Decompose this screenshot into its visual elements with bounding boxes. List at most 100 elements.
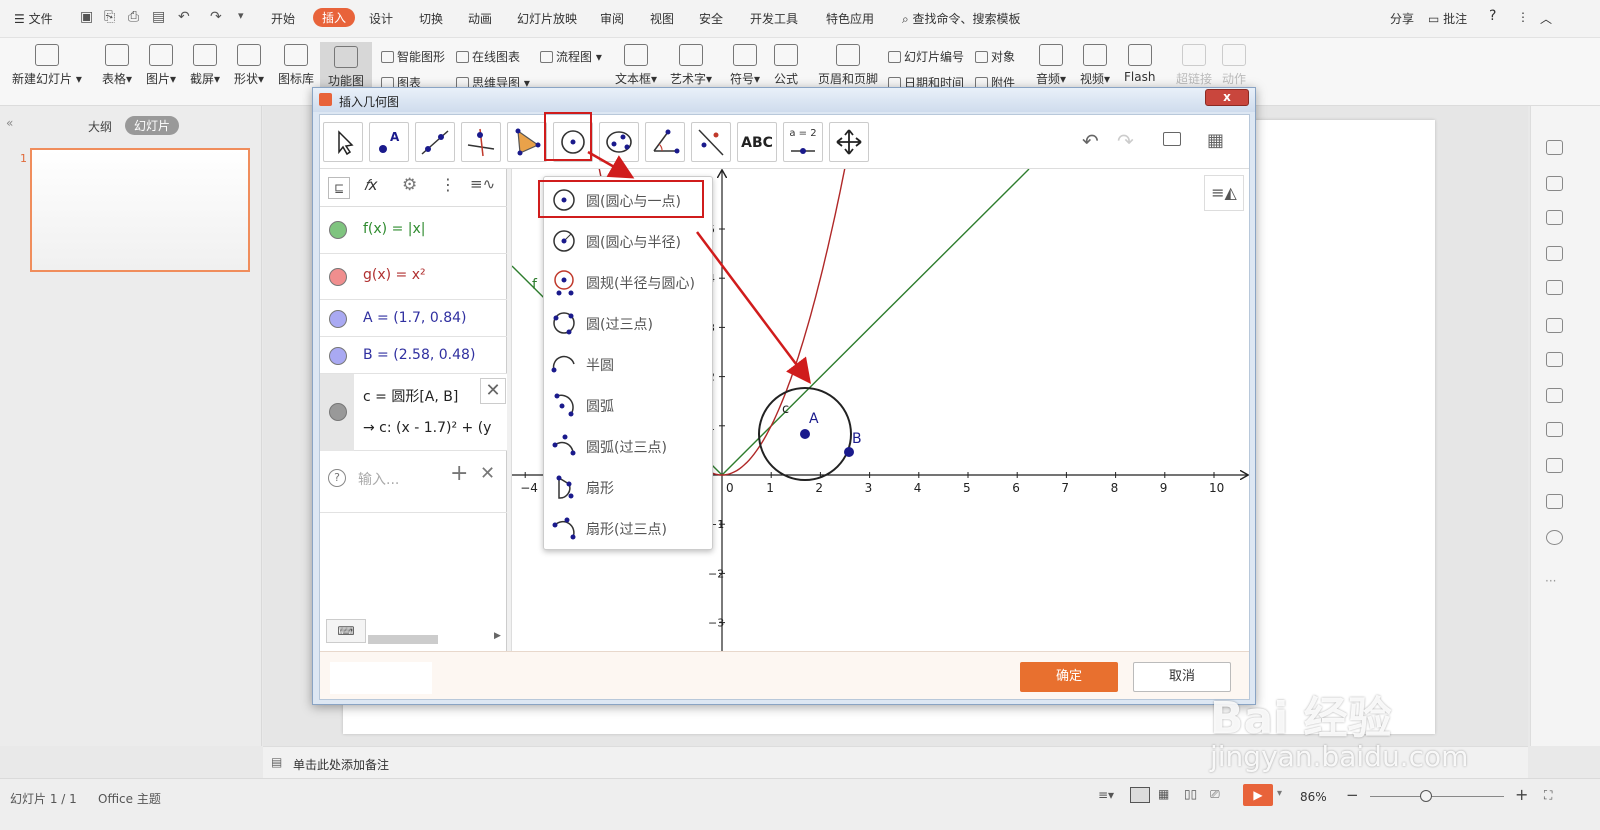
- help-icon[interactable]: ?: [1489, 8, 1496, 24]
- more-icon[interactable]: ⋮: [1517, 10, 1529, 24]
- picture-button[interactable]: 图片▾: [146, 44, 176, 87]
- algebra-row-g[interactable]: g(x) = x²: [320, 254, 507, 300]
- redo-icon[interactable]: ↷: [1117, 129, 1134, 153]
- visibility-toggle[interactable]: [329, 310, 347, 328]
- visibility-toggle[interactable]: [329, 268, 347, 286]
- textbox-button[interactable]: 文本框▾: [615, 44, 657, 87]
- open-folder-icon[interactable]: [1163, 132, 1181, 146]
- preview-icon[interactable]: ▤: [152, 9, 165, 25]
- tab-developer[interactable]: 开发工具: [750, 10, 798, 27]
- help-circle-icon[interactable]: ?: [328, 469, 346, 487]
- slide-thumbnail[interactable]: [30, 148, 250, 272]
- properties-icon[interactable]: [1546, 280, 1563, 295]
- vertical-dots-icon[interactable]: ⋮: [440, 175, 456, 194]
- tab-design[interactable]: 设计: [369, 10, 393, 27]
- screenshot-button[interactable]: 截屏▾: [190, 44, 220, 87]
- backup-icon[interactable]: [1546, 458, 1563, 473]
- fx-icon[interactable]: 𝑓x: [364, 176, 378, 194]
- menu-item-sector[interactable]: 扇形: [544, 466, 712, 507]
- customize-icon[interactable]: ▾: [238, 9, 244, 22]
- sound-icon[interactable]: [1546, 422, 1563, 437]
- comment-button[interactable]: ▭ 批注: [1428, 10, 1467, 27]
- point-b[interactable]: [844, 447, 854, 457]
- flowchart-button[interactable]: 流程图 ▾: [540, 48, 602, 65]
- search-box[interactable]: ⌕ 查找命令、搜索模板: [902, 10, 1021, 27]
- tab-security[interactable]: 安全: [699, 10, 723, 27]
- close-button[interactable]: x: [1205, 89, 1249, 106]
- tab-transition[interactable]: 切换: [419, 10, 443, 27]
- table-button[interactable]: 表格▾: [102, 44, 132, 87]
- tab-home[interactable]: 开始: [271, 10, 295, 27]
- collapse-ribbon-icon[interactable]: ︿: [1540, 10, 1552, 27]
- algebra-input[interactable]: 输入...: [358, 469, 399, 489]
- formula-button[interactable]: 公式: [774, 44, 798, 87]
- tool-line[interactable]: [415, 122, 455, 162]
- reading-view-icon[interactable]: ▯▯: [1184, 787, 1197, 801]
- tab-insert[interactable]: 插入: [313, 8, 356, 27]
- redo-icon[interactable]: ↷: [210, 9, 222, 25]
- visibility-toggle[interactable]: [329, 403, 347, 421]
- tool-text[interactable]: ABC: [737, 122, 777, 162]
- tab-slideshow[interactable]: 幻灯片放映: [517, 10, 577, 27]
- image-icon[interactable]: [1546, 388, 1563, 403]
- symbol-button[interactable]: 符号▾: [730, 44, 760, 87]
- menu-item-arc[interactable]: 圆弧: [544, 384, 712, 425]
- flash-button[interactable]: Flash: [1124, 44, 1155, 84]
- fill-icon[interactable]: [1546, 246, 1563, 261]
- tab-features[interactable]: 特色应用: [826, 10, 874, 27]
- presenter-icon[interactable]: ⎚: [1210, 787, 1220, 802]
- close-x-icon[interactable]: ✕: [480, 463, 495, 484]
- object-button[interactable]: 对象: [975, 48, 1015, 65]
- tab-outline[interactable]: 大纲: [88, 118, 112, 135]
- more-tools-icon[interactable]: ···: [1545, 574, 1556, 588]
- menu-item-sector-three-points[interactable]: 扇形(过三点): [544, 507, 712, 548]
- wordart-button[interactable]: 艺术字▾: [670, 44, 712, 87]
- find-icon[interactable]: [1546, 318, 1563, 333]
- undo-icon[interactable]: ↶: [178, 9, 190, 25]
- sorter-view-icon[interactable]: ▦: [1158, 787, 1169, 801]
- keyboard-icon[interactable]: ⌨: [326, 619, 366, 643]
- menu-item-compass[interactable]: 圆规(半径与圆心): [544, 261, 712, 302]
- magic-icon[interactable]: [1546, 140, 1563, 155]
- tool-conic[interactable]: [599, 122, 639, 162]
- menu-item-circle-center-radius[interactable]: 圆(圆心与半径): [544, 220, 712, 261]
- save-icon[interactable]: ▣: [80, 9, 93, 25]
- table-props-icon[interactable]: [1546, 352, 1563, 367]
- undo-icon[interactable]: ↶: [1082, 129, 1099, 153]
- zoom-in-icon[interactable]: +: [1515, 785, 1528, 804]
- header-footer-button[interactable]: 页眉和页脚: [818, 44, 878, 87]
- tool-point[interactable]: A: [369, 122, 409, 162]
- tool-polygon[interactable]: [507, 122, 547, 162]
- print-icon[interactable]: ⎙: [128, 9, 139, 25]
- tool-move[interactable]: [323, 122, 363, 162]
- tab-view[interactable]: 视图: [650, 10, 674, 27]
- collapse-panel-icon[interactable]: «: [6, 116, 13, 130]
- tool-angle[interactable]: [645, 122, 685, 162]
- algebra-row-b[interactable]: B = (2.58, 0.48): [320, 337, 507, 374]
- algebra-row-a[interactable]: A = (1.7, 0.84): [320, 300, 507, 337]
- help-circle-icon[interactable]: [1546, 530, 1563, 545]
- settings-gear-icon[interactable]: ⚙: [402, 175, 417, 195]
- shapes-icon[interactable]: [1546, 210, 1563, 225]
- point-a[interactable]: [800, 429, 810, 439]
- algebra-input-row[interactable]: ? 输入... + ✕: [320, 451, 507, 513]
- sort-icon[interactable]: ⊑: [328, 177, 350, 199]
- zoom-slider-handle[interactable]: [1420, 790, 1432, 802]
- smart-art-button[interactable]: 智能图形: [381, 48, 445, 65]
- ok-button[interactable]: 确定: [1020, 662, 1118, 692]
- tool-perpendicular[interactable]: [461, 122, 501, 162]
- delete-x-icon[interactable]: ✕: [480, 378, 506, 404]
- history-icon[interactable]: [1546, 494, 1563, 509]
- file-menu[interactable]: ☰ 文件: [14, 10, 53, 27]
- visibility-toggle[interactable]: [329, 221, 347, 239]
- action-button[interactable]: 动作: [1222, 44, 1246, 87]
- video-button[interactable]: 视频▾: [1080, 44, 1110, 87]
- tab-animation[interactable]: 动画: [468, 10, 492, 27]
- normal-view-icon[interactable]: [1130, 787, 1150, 803]
- algebra-row-f[interactable]: f(x) = |x|: [320, 207, 507, 254]
- tab-review[interactable]: 审阅: [600, 10, 624, 27]
- graphics-style-icon[interactable]: ≡◭: [1204, 175, 1244, 211]
- tool-reflect[interactable]: [691, 122, 731, 162]
- notes-toggle-icon[interactable]: ≡▾: [1098, 788, 1114, 802]
- layout-icon[interactable]: [1546, 176, 1563, 191]
